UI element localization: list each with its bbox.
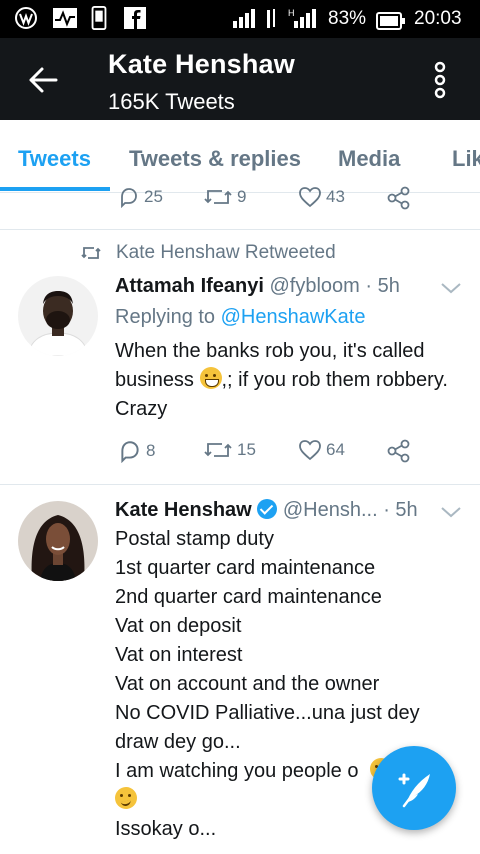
compose-tweet-button[interactable] [372,746,456,830]
chevron-down-icon[interactable] [440,505,462,519]
verified-badge-icon [257,499,278,519]
avatar[interactable] [18,501,98,581]
author-handle[interactable]: @fybloom [270,275,360,297]
reply-button[interactable]: 8 [118,439,155,463]
phone-icon [91,6,107,30]
reply-count: 8 [146,441,156,460]
avatar-image-attamah [18,276,98,356]
author-handle[interactable]: @Hensh... [283,499,378,521]
share-icon [387,186,410,210]
tweet-text: When the banks rob you, it's called busi… [115,337,460,424]
retweet-icon [81,247,101,259]
more-options-icon[interactable] [432,60,448,100]
back-arrow-icon[interactable] [28,65,58,95]
share-button[interactable] [386,439,416,463]
profile-header: Kate Henshaw 165K Tweets [0,38,480,120]
tweet-line: Vat on deposit [115,615,242,637]
tweet-time: · 5h [365,275,400,297]
retweet-icon [204,443,232,457]
tweet-line: Vat on interest [115,644,243,666]
tweet-time: · 5h [383,499,418,521]
author-name[interactable]: Kate Henshaw [115,499,252,521]
retweet-icon [204,190,232,204]
svg-text:H: H [288,8,295,18]
author-name[interactable]: Attamah Ifeanyi [115,275,264,297]
tweet-divider [0,484,480,485]
reply-button[interactable]: 25 [118,186,163,208]
heart-icon [299,187,321,208]
prev-tweet-actions: 25 9 43 [0,186,480,216]
data-icon [267,9,275,28]
profile-tabs: Tweets Tweets & replies Media Lik [0,120,480,193]
tweet-divider [0,229,480,230]
tweet-line: 1st quarter card maintenance [115,557,376,579]
retweet-count: 9 [237,187,247,206]
replying-to: Replying to @HenshawKate [115,306,365,329]
clock: 20:03 [414,8,462,29]
tweet-line: I am watching you people o [115,760,359,782]
status-bar: H 83% 20:03 [0,0,480,38]
retweet-label: Kate Henshaw Retweeted [80,242,336,264]
smirk-emoji-icon [115,787,137,809]
chevron-down-icon[interactable] [440,281,462,295]
grinning-emoji-icon [199,367,222,389]
tweet-count: 165K Tweets [108,89,235,114]
wordpress-icon [15,7,37,29]
tweet-line: Vat on account and the owner [115,673,380,695]
retweet-count: 15 [237,440,256,459]
reply-handle-link[interactable]: @HenshawKate [221,306,366,328]
tab-media[interactable]: Media [338,146,400,172]
tweet-header: Attamah Ifeanyi @fybloom · 5h [115,275,400,298]
reply-icon [121,441,139,463]
share-button[interactable] [386,186,416,210]
retweeted-by-text: Kate Henshaw Retweeted [116,242,336,263]
tweet-header: Kate Henshaw @Hensh... · 5h [115,499,418,522]
like-count: 43 [326,187,345,206]
signal-icon [233,9,255,28]
like-button[interactable]: 43 [298,186,345,208]
battery-percent: 83% [328,8,367,29]
tab-tweets-and-replies[interactable]: Tweets & replies [129,146,301,172]
retweet-button[interactable]: 9 [203,186,246,208]
profile-name-title: Kate Henshaw [108,49,295,79]
tweet-actions: 8 15 64 [0,439,480,469]
like-button[interactable]: 64 [298,439,345,461]
signal-h-icon: H [288,8,316,28]
share-icon [387,439,410,463]
battery-icon [376,12,405,30]
tweet-line: Postal stamp duty [115,528,274,550]
avatar[interactable] [18,276,98,356]
reply-icon [121,188,137,208]
compose-feather-icon [398,773,430,808]
tweet-line: 2nd quarter card maintenance [115,586,382,608]
replying-to-label: Replying to [115,306,221,328]
avatar-image-kate [18,501,98,581]
heart-icon [299,440,321,461]
activity-icon [53,8,77,28]
facebook-icon [124,7,146,29]
like-count: 64 [326,440,345,459]
reply-count: 25 [144,187,163,206]
tab-likes[interactable]: Lik [452,146,480,172]
retweet-button[interactable]: 15 [203,439,256,461]
tab-tweets[interactable]: Tweets [18,146,91,172]
